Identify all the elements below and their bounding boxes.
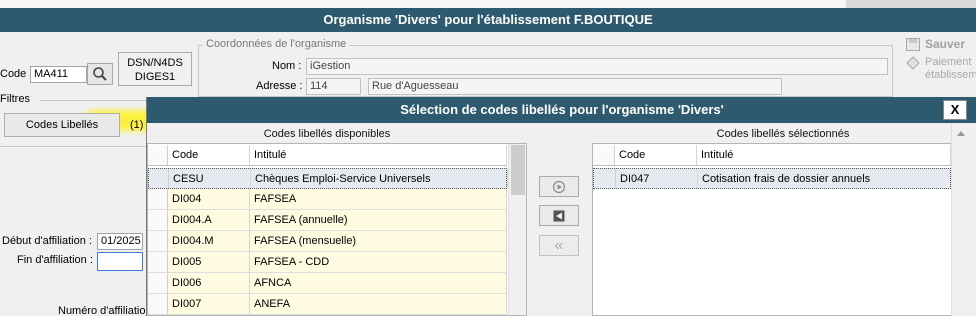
- right-toolbar: Sauver Paiement établissem: [904, 36, 976, 86]
- nom-label: Nom :: [272, 60, 302, 72]
- fin-affiliation-label: Fin d'affiliation :: [17, 254, 93, 266]
- save-button[interactable]: Sauver: [906, 37, 965, 54]
- table-row[interactable]: DI007 ANEFA: [148, 294, 507, 315]
- selected-grid-header-row: Code Intitulé: [593, 145, 951, 166]
- column-header-intitule[interactable]: Intitulé: [697, 145, 951, 165]
- dsn-box: DSN/N4DS DIGES1: [118, 52, 192, 86]
- search-code-button[interactable]: [87, 63, 113, 85]
- nom-field[interactable]: iGestion: [306, 58, 888, 75]
- double-chevron-left-icon: «: [554, 236, 564, 254]
- step-back-icon: [553, 210, 565, 221]
- numero-affiliation-label: Numéro d'affiliatio: [58, 305, 146, 316]
- scrollbar-thumb[interactable]: [511, 145, 525, 195]
- row-code: CESU: [169, 169, 251, 188]
- selected-grid: Code Intitulé DI047 Cotisation frais de …: [592, 143, 965, 316]
- row-label: FAFSEA (mensuelle): [250, 231, 507, 251]
- top-strip: [0, 0, 976, 8]
- codes-libelles-count: (1): [130, 119, 144, 131]
- available-scrollbar[interactable]: [508, 144, 526, 315]
- debut-affiliation-label: Début d'affiliation :: [2, 235, 92, 247]
- row-label: Cotisation frais de dossier annuels: [698, 169, 952, 188]
- row-code: DI047: [616, 169, 698, 188]
- row-code: DI006: [168, 273, 250, 293]
- paiement-label: Paiement: [925, 56, 972, 68]
- paiement-button[interactable]: Paiement établissem: [906, 56, 976, 81]
- dsn-value: DIGES1: [134, 71, 176, 83]
- row-label: FAFSEA: [250, 189, 507, 209]
- dialog-title: Sélection de codes libellés pour l'organ…: [147, 97, 976, 123]
- adresse-label: Adresse :: [256, 80, 303, 92]
- remove-all-button[interactable]: «: [539, 235, 579, 256]
- selection-dialog: Sélection de codes libellés pour l'organ…: [146, 97, 976, 316]
- dsn-label: DSN/N4DS: [127, 57, 183, 69]
- save-icon: [906, 38, 920, 51]
- table-row[interactable]: DI004.M FAFSEA (mensuelle): [148, 231, 507, 252]
- row-label: FAFSEA (annuelle): [250, 210, 507, 230]
- debut-affiliation-input[interactable]: 01/2025: [97, 233, 143, 250]
- codes-libelles-button[interactable]: Codes Libellés: [4, 113, 120, 137]
- adresse-number-field[interactable]: 114: [306, 78, 361, 95]
- row-label: AFNCA: [250, 273, 507, 293]
- scroll-up-icon[interactable]: [957, 131, 965, 136]
- top-scroll-area: [846, 0, 976, 8]
- filtres-separator: [40, 100, 146, 101]
- add-one-button[interactable]: [539, 176, 579, 197]
- row-label: ANEFA: [250, 294, 507, 314]
- play-circle-icon: [552, 180, 566, 193]
- available-header: Codes libellés disponibles: [263, 128, 391, 140]
- fin-affiliation-input[interactable]: [97, 252, 143, 271]
- search-icon: [93, 67, 107, 81]
- row-code: DI005: [168, 252, 250, 272]
- row-code: DI007: [168, 294, 250, 314]
- available-grid-header-row: Code Intitulé: [148, 145, 507, 166]
- close-button[interactable]: X: [943, 100, 967, 120]
- paiement-label-2: établissem: [925, 69, 976, 81]
- section-separator: [0, 146, 146, 147]
- table-row[interactable]: DI004.A FAFSEA (annuelle): [148, 210, 507, 231]
- selected-header: Codes libellés sélectionnés: [716, 128, 850, 140]
- save-label: Sauver: [925, 37, 966, 51]
- remove-one-button[interactable]: [539, 205, 579, 226]
- window-title: Organisme 'Divers' pour l'établissement …: [0, 8, 976, 32]
- row-code: DI004: [168, 189, 250, 209]
- table-row[interactable]: CESU Chèques Emploi-Service Universels: [148, 168, 508, 189]
- column-header-intitule[interactable]: Intitulé: [250, 145, 507, 165]
- column-header-code[interactable]: Code: [615, 145, 697, 165]
- adresse-street-field[interactable]: Rue d'Aguesseau: [368, 78, 782, 95]
- payment-icon: [906, 56, 920, 70]
- table-row[interactable]: DI047 Cotisation frais de dossier annuel…: [593, 168, 952, 189]
- code-label: Code :: [0, 68, 33, 80]
- table-row[interactable]: DI005 FAFSEA - CDD: [148, 252, 507, 273]
- table-row[interactable]: DI006 AFNCA: [148, 273, 507, 294]
- row-label: FAFSEA - CDD: [250, 252, 507, 272]
- filtres-label: Filtres: [0, 93, 30, 105]
- coordonnees-title: Coordonnées de l'organisme: [203, 38, 350, 50]
- column-header-code[interactable]: Code: [168, 145, 250, 165]
- table-row[interactable]: DI004 FAFSEA: [148, 189, 507, 210]
- row-label: Chèques Emploi-Service Universels: [251, 169, 508, 188]
- row-code: DI004.A: [168, 210, 250, 230]
- selected-scrollbar[interactable]: [951, 123, 969, 316]
- row-code: DI004.M: [168, 231, 250, 251]
- available-grid: Code Intitulé CESU Chèques Emploi-Servic…: [147, 143, 527, 316]
- code-input[interactable]: MA411: [30, 66, 87, 83]
